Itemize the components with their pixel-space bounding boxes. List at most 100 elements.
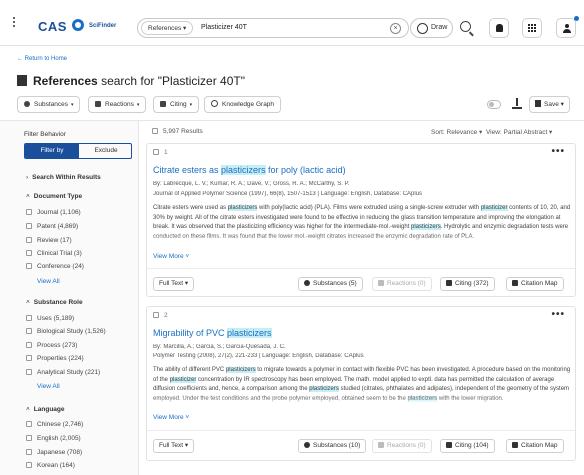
checkbox[interactable] <box>26 209 32 215</box>
account-button[interactable] <box>556 18 576 38</box>
substance-icon <box>304 441 310 448</box>
search-input[interactable]: Plasticizer 40T <box>201 24 247 31</box>
search-within-results-toggle[interactable]: › Search Within Results <box>26 174 101 181</box>
filter-option[interactable]: Conference (24) <box>26 263 84 270</box>
card-divider <box>147 430 575 431</box>
apps-button[interactable] <box>522 18 542 38</box>
filter-option[interactable]: Clinical Trial (3) <box>26 250 82 257</box>
substance-role-view-all[interactable]: View All <box>37 383 60 390</box>
return-home-link[interactable]: ← Return to Home <box>17 56 67 62</box>
citation-map-icon <box>512 279 518 286</box>
results-count: 5,997 Results <box>152 128 203 135</box>
checkbox[interactable] <box>26 315 32 321</box>
citation-map-button[interactable]: Citation Map <box>506 439 564 453</box>
view-toggle[interactable] <box>487 100 501 109</box>
cas-logo[interactable]: CAS <box>38 19 67 34</box>
draw-icon <box>417 23 428 34</box>
draw-button[interactable]: Draw <box>410 18 453 38</box>
sort-view-controls: Sort: Relevance ▾ View: Partial Abstract… <box>431 128 552 136</box>
filter-behavior-toggle: Filter by Exclude <box>24 143 132 159</box>
checkbox[interactable] <box>26 355 32 361</box>
substance-icon <box>24 100 30 107</box>
checkbox[interactable] <box>26 237 32 243</box>
substances-button[interactable]: Substances ▾ <box>17 96 81 113</box>
filter-option[interactable]: Korean (164) <box>26 462 75 469</box>
filter-option[interactable]: Biological Study (1,526) <box>26 328 106 335</box>
exclude-option[interactable]: Exclude <box>79 144 131 158</box>
filter-option[interactable]: Analytical Study (221) <box>26 369 100 376</box>
save-button[interactable]: Save ▾ <box>529 96 570 113</box>
checkbox[interactable] <box>153 312 159 318</box>
result-title[interactable]: Citrate esters as plasticizers for poly … <box>153 165 346 175</box>
card-divider <box>147 268 575 269</box>
notification-dot <box>574 16 579 21</box>
reaction-icon <box>378 279 384 286</box>
view-dropdown[interactable]: View: Partial Abstract ▾ <box>486 129 552 136</box>
page-title: References search for "Plasticizer 40T" <box>17 74 245 88</box>
search-bar[interactable]: References ▾ Plasticizer 40T <box>137 18 409 38</box>
full-text-button[interactable]: Full Text ▾ <box>153 277 195 291</box>
filter-option[interactable]: Review (17) <box>26 237 72 244</box>
reaction-icon <box>95 100 101 107</box>
cas-logo-mark <box>72 19 84 31</box>
filter-by-option[interactable]: Filter by <box>25 144 79 158</box>
citing-button[interactable]: Citing ▾ <box>153 96 200 113</box>
citing-link[interactable]: Citing (372) <box>440 277 495 291</box>
filter-option[interactable]: English (2,005) <box>26 435 81 442</box>
view-more-link[interactable]: View More ˅ <box>153 253 189 260</box>
checkbox[interactable] <box>26 435 32 441</box>
checkbox[interactable] <box>26 462 32 468</box>
clear-search-icon[interactable]: × <box>390 23 401 34</box>
checkbox[interactable] <box>26 342 32 348</box>
knowledge-graph-button[interactable]: Knowledge Graph <box>204 96 282 113</box>
filter-option[interactable]: Chinese (2,746) <box>26 421 83 428</box>
filter-option[interactable]: Japanese (708) <box>26 449 82 456</box>
checkbox[interactable] <box>26 328 32 334</box>
search-icon[interactable] <box>460 21 471 32</box>
bell-icon <box>496 24 503 32</box>
checkbox[interactable] <box>26 421 32 427</box>
result-authors: By: Marcilla, A.; Garcia, S.; Garcia-Que… <box>153 344 286 350</box>
citation-map-icon <box>512 441 518 448</box>
filter-option[interactable]: Journal (1,106) <box>26 209 81 216</box>
checkbox[interactable] <box>26 263 32 269</box>
reactions-button[interactable]: Reactions ▾ <box>88 96 147 113</box>
result-source: Journal of Applied Polymer Science (1997… <box>153 191 423 197</box>
search-type-dropdown[interactable]: References ▾ <box>141 21 194 35</box>
checkbox[interactable] <box>153 149 159 155</box>
document-type-heading[interactable]: ˄ Document Type <box>26 193 82 200</box>
download-icon[interactable] <box>511 98 523 110</box>
filter-behavior-label: Filter Behavior <box>24 131 66 138</box>
apps-grid-icon <box>528 24 537 33</box>
filter-option[interactable]: Process (273) <box>26 342 77 349</box>
filter-option[interactable]: Uses (5,189) <box>26 315 74 322</box>
result-title[interactable]: Migrability of PVC plasticizers <box>153 328 272 338</box>
document-type-view-all[interactable]: View All <box>37 278 60 285</box>
substances-link[interactable]: Substances (5) <box>298 277 363 291</box>
app-header: CAS SciFinder References ▾ Plasticizer 4… <box>0 0 584 46</box>
select-all-checkbox[interactable] <box>152 128 158 134</box>
sort-dropdown[interactable]: Sort: Relevance ▾ <box>431 129 482 136</box>
notifications-button[interactable] <box>489 18 509 38</box>
filter-option[interactable]: Patent (4,869) <box>26 223 78 230</box>
citation-map-button[interactable]: Citation Map <box>506 277 564 291</box>
checkbox[interactable] <box>26 223 32 229</box>
filter-option[interactable]: Properties (224) <box>26 355 84 362</box>
citing-link[interactable]: Citing (104) <box>440 439 495 453</box>
substance-role-heading[interactable]: ˄ Substance Role <box>26 299 83 306</box>
full-text-button[interactable]: Full Text ▾ <box>153 439 195 453</box>
more-menu-icon[interactable] <box>12 16 16 30</box>
references-icon <box>17 75 27 86</box>
checkbox[interactable] <box>26 369 32 375</box>
more-options-icon[interactable]: ••• <box>551 309 565 320</box>
result-number: 1 <box>153 149 168 156</box>
substances-link[interactable]: Substances (10) <box>298 439 367 453</box>
language-heading[interactable]: ˄ Language <box>26 406 65 413</box>
save-icon <box>535 100 541 107</box>
quote-icon <box>446 441 452 448</box>
more-options-icon[interactable]: ••• <box>551 146 565 157</box>
checkbox[interactable] <box>26 449 32 455</box>
view-more-link[interactable]: View More ˅ <box>153 414 189 421</box>
result-source: Polymer Testing (2008), 27(2), 221-233 |… <box>153 353 364 359</box>
checkbox[interactable] <box>26 250 32 256</box>
